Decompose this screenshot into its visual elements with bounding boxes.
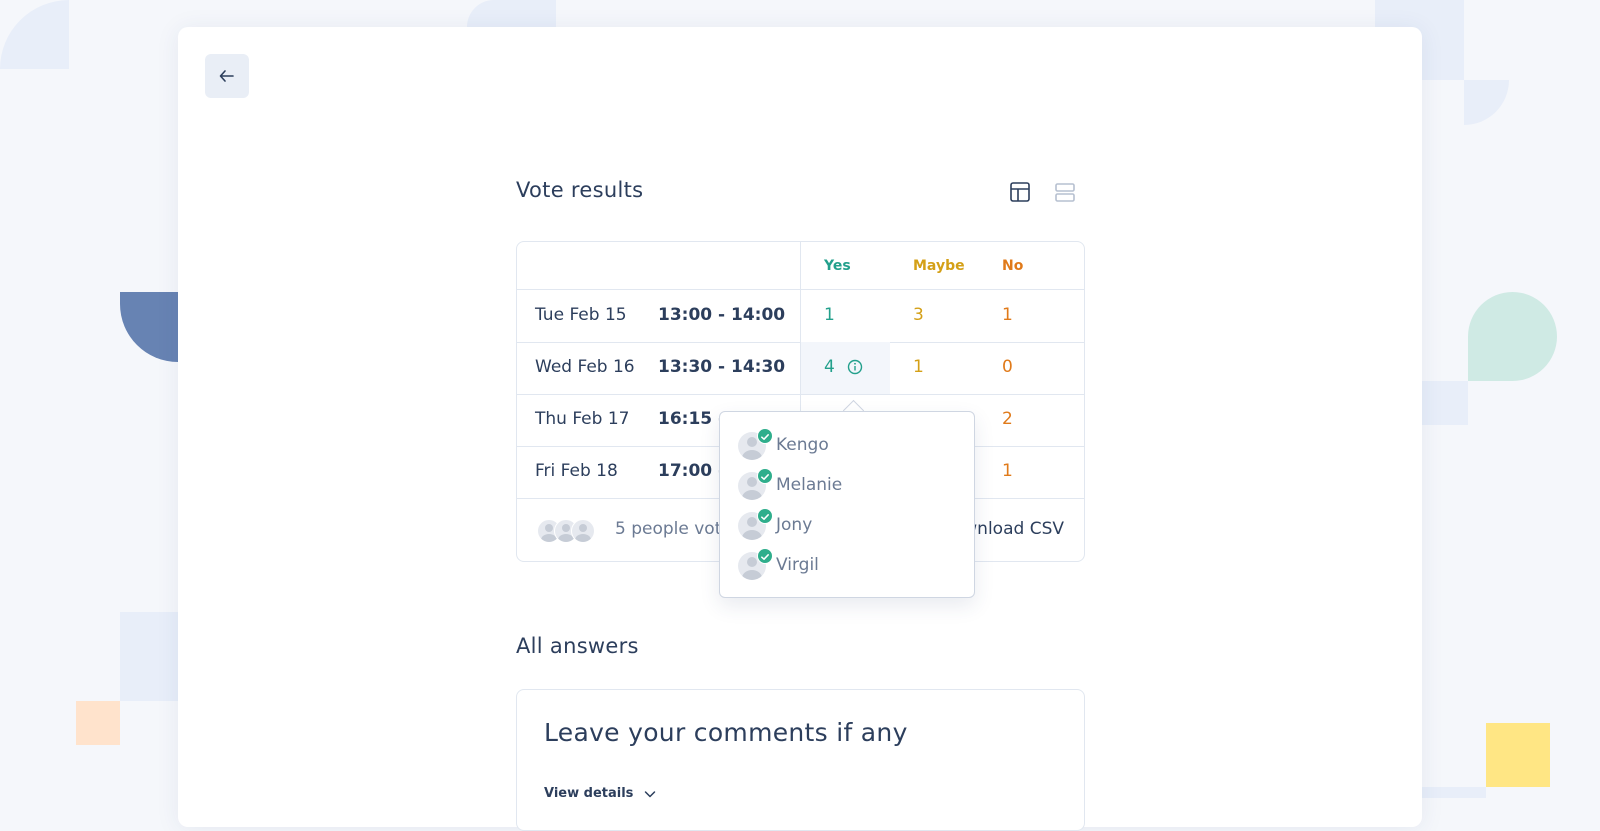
row-date: Wed Feb 16: [535, 357, 635, 377]
row-time: 17:00 -: [658, 461, 726, 481]
bg-shape: [120, 292, 178, 362]
row-maybe-count: 1: [913, 357, 924, 377]
row-no-count: 1: [1002, 305, 1013, 325]
row-date: Tue Feb 15: [535, 305, 627, 325]
yes-cell-highlight: [801, 342, 890, 394]
bg-shape: [1486, 723, 1550, 787]
row-date: Thu Feb 17: [535, 409, 630, 429]
voter-name: Melanie: [776, 475, 843, 495]
all-answers-title: All answers: [516, 634, 639, 658]
table-layout-icon[interactable]: [1009, 181, 1031, 203]
voters-popover: Kengo Melanie Jony Virgil: [719, 411, 975, 598]
check-icon: [757, 508, 773, 524]
view-details-toggle[interactable]: View details: [544, 786, 657, 801]
chevron-down-icon: [645, 790, 656, 797]
voter-name: Jony: [776, 515, 813, 535]
row-yes-count[interactable]: 4: [824, 357, 835, 377]
bg-shape: [76, 701, 120, 745]
info-icon[interactable]: [847, 359, 863, 375]
column-maybe: Maybe: [913, 258, 965, 274]
avatar: [571, 519, 595, 543]
bg-shape: [120, 612, 178, 701]
row-yes-count: 1: [824, 305, 835, 325]
row-maybe-count: 3: [913, 305, 924, 325]
check-icon: [757, 548, 773, 564]
row-no-count: 0: [1002, 357, 1013, 377]
check-icon: [757, 428, 773, 444]
download-csv-link[interactable]: wnload CSV: [963, 519, 1064, 539]
arrow-left-icon: [219, 70, 234, 82]
row-no-count: 1: [1002, 461, 1013, 481]
column-yes: Yes: [824, 258, 851, 274]
row-time: 13:00 - 14:00: [658, 305, 786, 325]
bg-shape: [467, 0, 556, 27]
row-date: Fri Feb 18: [535, 461, 618, 481]
view-details-label: View details: [544, 786, 634, 801]
row-no-count: 2: [1002, 409, 1013, 429]
bg-shape: [1422, 787, 1486, 798]
voter-name: Virgil: [776, 555, 819, 575]
back-button[interactable]: [205, 54, 249, 98]
row-time: 13:30 - 14:30: [658, 357, 786, 377]
bg-shape: [1468, 292, 1557, 381]
bg-shape: [1422, 381, 1468, 425]
vote-results-title: Vote results: [516, 178, 644, 202]
voter-name: Kengo: [776, 435, 829, 455]
table-row: Wed Feb 16 13:30 - 14:30 4 1 0: [517, 342, 1084, 395]
check-icon: [757, 468, 773, 484]
comments-card: Leave your comments if any View details: [516, 689, 1085, 831]
comments-title: Leave your comments if any: [544, 718, 908, 747]
bg-shape: [0, 0, 69, 69]
list-layout-icon[interactable]: [1054, 181, 1076, 203]
table-row: Tue Feb 15 13:00 - 14:00 1 3 1: [517, 290, 1084, 343]
voted-count-text: 5 people vot: [615, 519, 722, 539]
column-no: No: [1002, 258, 1024, 274]
bg-shape: [1464, 80, 1509, 125]
